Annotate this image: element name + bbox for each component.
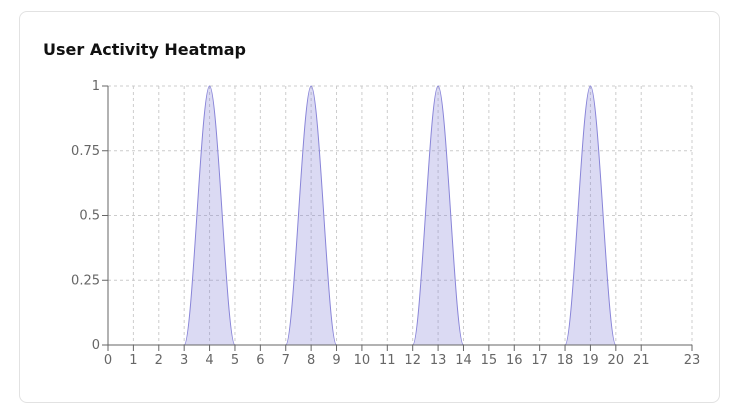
x-tick-label: 18 [557,353,574,368]
x-tick-label: 19 [582,353,599,368]
activity-chart: 0 1 2 3 4 5 6 7 8 9 10 11 12 13 14 15 16 17 18 19 20 21 23 00.… [71,79,700,368]
x-tick-label: 8 [307,353,315,368]
x-tick-label: 12 [404,353,421,368]
y-tick-label: 0.75 [71,144,100,159]
y-tick-label: 0 [92,338,100,353]
x-axis-ticks: 0 1 2 3 4 5 6 7 8 9 10 11 12 13 14 15 16 17 18 19 20 21 23 [104,345,700,368]
x-tick-label: 17 [531,353,548,368]
x-tick-label: 20 [608,353,625,368]
x-tick-label: 10 [354,353,371,368]
y-tick-label: 1 [92,79,100,94]
x-tick-label: 1 [129,353,137,368]
y-axis-ticks: 0 0.25 0.5 0.75 1 [71,79,108,353]
x-tick-label: 0 [104,353,112,368]
x-tick-label: 16 [506,353,523,368]
x-tick-label: 4 [205,353,213,368]
x-tick-label: 3 [180,353,188,368]
x-tick-label: 21 [633,353,650,368]
x-tick-label: 5 [231,353,239,368]
x-tick-label: 11 [379,353,396,368]
x-tick-label: 13 [430,353,447,368]
x-tick-label: 14 [455,353,472,368]
area-fill [108,86,692,345]
x-tick-label: 23 [684,353,701,368]
x-tick-label: 9 [332,353,340,368]
x-tick-label: 2 [155,353,163,368]
y-tick-label: 0.5 [79,209,100,224]
x-tick-label: 6 [256,353,264,368]
chart-series [107,85,692,346]
y-tick-label: 0.25 [71,273,100,288]
x-tick-label: 7 [282,353,290,368]
x-tick-label: 15 [481,353,498,368]
